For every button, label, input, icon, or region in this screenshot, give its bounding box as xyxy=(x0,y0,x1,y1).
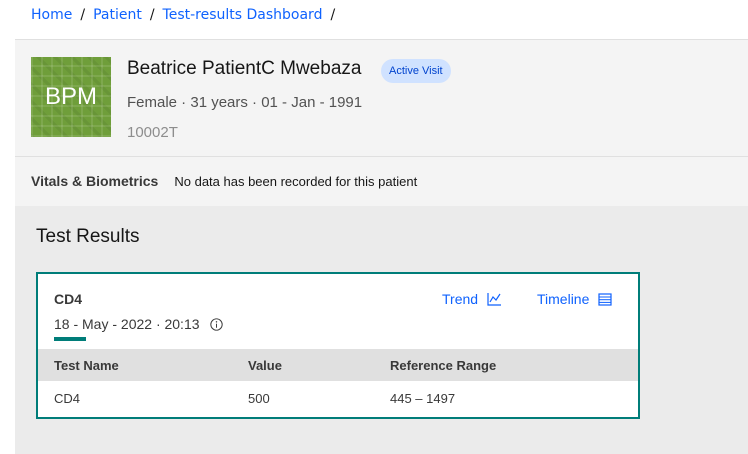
patient-demographics: Female · 31 years · 01 - Jan - 1991 xyxy=(127,94,363,111)
timeline-label: Timeline xyxy=(537,291,590,307)
avatar-initials: BPM xyxy=(44,83,97,110)
breadcrumb-separator: / xyxy=(330,7,336,23)
breadcrumb-patient-link[interactable]: Patient xyxy=(93,7,142,23)
patient-header: BPM Beatrice PatientC Mwebaza Active Vis… xyxy=(15,39,748,157)
timeline-button[interactable]: Timeline xyxy=(537,291,612,307)
test-results-section: Test Results CD4 18 - May - 2022 · 20:13… xyxy=(15,206,748,454)
patient-id: 10002T xyxy=(127,124,178,141)
avatar: BPM xyxy=(31,57,111,137)
column-header-test-name: Test Name xyxy=(54,357,119,373)
vitals-biometrics-bar: Vitals & Biometrics No data has been rec… xyxy=(15,157,748,205)
card-title: CD4 xyxy=(54,291,83,307)
patient-name: Beatrice PatientC Mwebaza xyxy=(127,58,362,79)
cell-test-name: CD4 xyxy=(54,390,81,406)
vitals-title: Vitals & Biometrics xyxy=(31,173,159,189)
cell-reference-range: 445 – 1497 xyxy=(390,390,456,406)
breadcrumb: Home / Patient / Test-results Dashboard … xyxy=(31,4,343,26)
table-header-row: Test Name Value Reference Range xyxy=(38,349,638,381)
cell-value: 500 xyxy=(248,390,270,406)
trend-chart-icon xyxy=(487,292,502,306)
timeline-table-icon xyxy=(598,292,612,306)
test-result-card: CD4 18 - May - 2022 · 20:13 Trend Timeli… xyxy=(36,272,640,419)
active-visit-badge: Active Visit xyxy=(381,59,451,83)
main-content: BPM Beatrice PatientC Mwebaza Active Vis… xyxy=(15,39,748,454)
result-date: 18 - May - 2022 · 20:13 xyxy=(54,316,200,332)
card-date: 18 - May - 2022 · 20:13 xyxy=(54,316,223,332)
info-icon[interactable] xyxy=(209,317,223,331)
results-table: Test Name Value Reference Range CD4 500 … xyxy=(38,349,638,415)
vitals-empty-message: No data has been recorded for this patie… xyxy=(174,173,418,189)
column-header-reference-range: Reference Range xyxy=(390,357,497,373)
test-results-title: Test Results xyxy=(36,226,140,247)
table-row: CD4 500 445 – 1497 xyxy=(38,381,638,415)
breadcrumb-separator: / xyxy=(149,7,155,23)
breadcrumb-dashboard-link[interactable]: Test-results Dashboard xyxy=(163,7,323,23)
trend-label: Trend xyxy=(442,291,479,307)
breadcrumb-separator: / xyxy=(80,7,86,23)
breadcrumb-home-link[interactable]: Home xyxy=(31,7,72,23)
column-header-value: Value xyxy=(248,357,282,373)
trend-button[interactable]: Trend xyxy=(442,291,502,307)
card-date-underline xyxy=(54,337,86,341)
